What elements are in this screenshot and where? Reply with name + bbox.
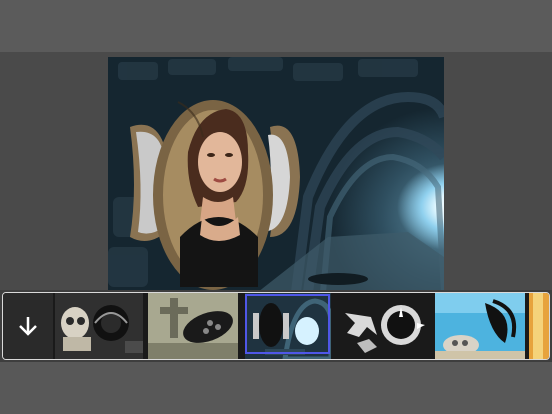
bottom-bar — [0, 362, 552, 414]
frame-thumb-hands[interactable] — [337, 293, 431, 359]
frame-thumb-skull[interactable] — [55, 293, 143, 359]
frame-thumb-sunset[interactable] — [529, 293, 549, 359]
download-button[interactable] — [3, 293, 53, 359]
frame-thumb-tunnel[interactable] — [245, 293, 331, 359]
frame-thumb-underwater[interactable] — [435, 293, 525, 359]
top-toolbar — [0, 0, 552, 52]
arrow-down-icon — [19, 317, 37, 336]
frames-strip[interactable] — [2, 292, 550, 360]
frame-thumb-cross[interactable] — [148, 293, 238, 359]
edited-photo[interactable] — [108, 57, 444, 292]
